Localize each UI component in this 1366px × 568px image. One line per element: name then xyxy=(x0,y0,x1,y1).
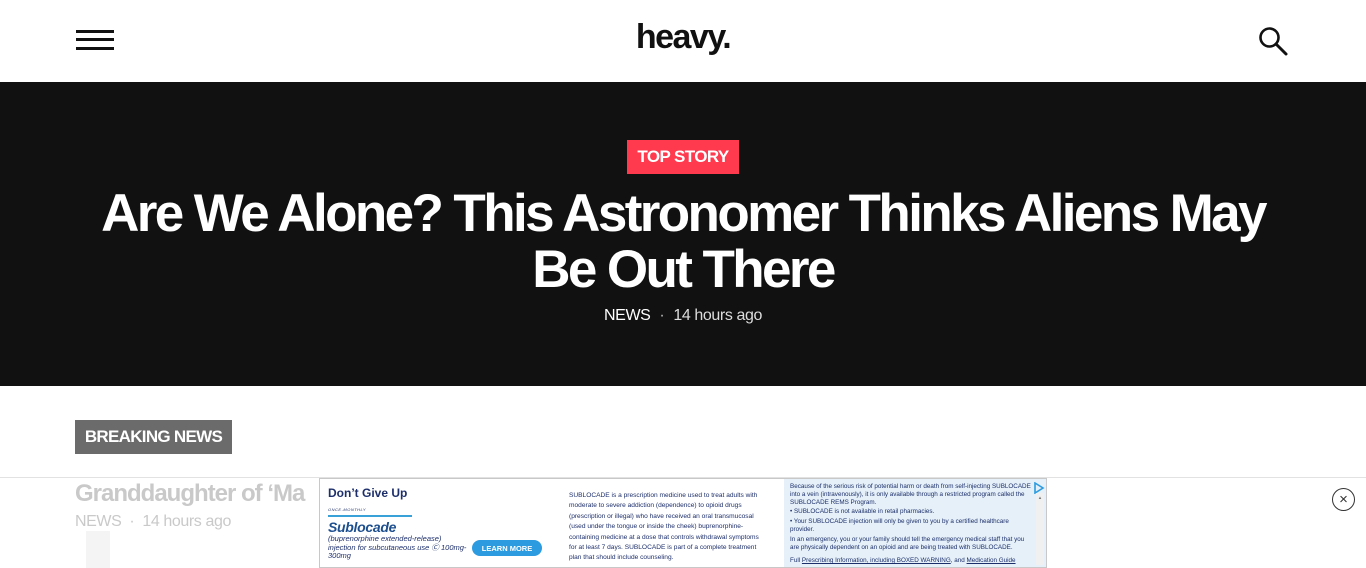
ad-safety-text: • Your SUBLOCADE injection will only be … xyxy=(790,518,1009,533)
search-icon[interactable] xyxy=(1257,25,1289,57)
ad-learn-more-button[interactable]: LEARN MORE xyxy=(472,540,542,556)
hero-meta: NEWS · 14 hours ago xyxy=(0,307,1366,325)
hero-headline[interactable]: Are We Alone? This Astronomer Thinks Ali… xyxy=(83,186,1283,298)
hero-category-link[interactable]: NEWS xyxy=(604,307,651,324)
hero-top-story[interactable]: TOP STORY Are We Alone? This Astronomer … xyxy=(0,82,1366,386)
site-header: heavy. xyxy=(0,0,1366,82)
story-thumbnail[interactable] xyxy=(86,531,110,568)
scroll-arrow-icon[interactable]: ▴ xyxy=(1037,495,1043,501)
site-logo[interactable]: heavy. xyxy=(0,18,1366,57)
ad-footer-links: Full Prescribing Information, including … xyxy=(790,557,1016,565)
ad-once-monthly: ONCE-MONTHLY xyxy=(328,507,367,512)
breaking-news-badge: BREAKING NEWS xyxy=(75,420,232,454)
ad-safety-text: • SUBLOCADE is not available in retail p… xyxy=(790,508,935,516)
ad-headline: Don’t Give Up xyxy=(328,486,408,500)
story-timestamp: 14 hours ago xyxy=(142,513,231,530)
ad-footer-text: , and xyxy=(950,557,967,565)
adchoices-icon[interactable] xyxy=(1032,481,1045,495)
top-story-badge[interactable]: TOP STORY xyxy=(627,140,739,174)
ad-prescribing-info-link[interactable]: Prescribing Information, including BOXED… xyxy=(802,557,951,564)
story-category-link[interactable]: NEWS xyxy=(75,513,122,530)
meta-separator: · xyxy=(659,307,665,324)
ad-safety-info: Because of the serious risk of potential… xyxy=(784,479,1046,567)
ad-description: SUBLOCADE is a prescription medicine use… xyxy=(569,492,759,562)
ad-brand-subtitle: (buprenorphine extended-release) injecti… xyxy=(328,534,467,560)
ad-scrollbar[interactable]: ▴ xyxy=(1036,493,1044,565)
meta-separator: · xyxy=(129,513,135,530)
ad-brand-swoosh xyxy=(328,515,412,517)
ad-medication-guide-link[interactable]: Medication Guide xyxy=(967,557,1016,564)
hero-timestamp: 14 hours ago xyxy=(673,307,762,324)
close-icon[interactable]: × xyxy=(1332,488,1355,511)
ad-brand-panel[interactable]: Don’t Give Up ONCE-MONTHLY Sublocade (bu… xyxy=(320,479,560,567)
ad-footer-text: Full xyxy=(790,557,802,565)
ad-safety-text: Because of the serious risk of potential… xyxy=(790,483,1031,506)
ad-banner[interactable]: Don’t Give Up ONCE-MONTHLY Sublocade (bu… xyxy=(319,478,1047,568)
ad-safety-text: In an emergency, you or your family shou… xyxy=(790,535,1025,551)
ad-brand-logo: Sublocade xyxy=(328,519,397,535)
breaking-story-meta: NEWS · 14 hours ago xyxy=(75,513,231,531)
breaking-story-title[interactable]: Granddaughter of ‘Ma xyxy=(75,480,325,508)
